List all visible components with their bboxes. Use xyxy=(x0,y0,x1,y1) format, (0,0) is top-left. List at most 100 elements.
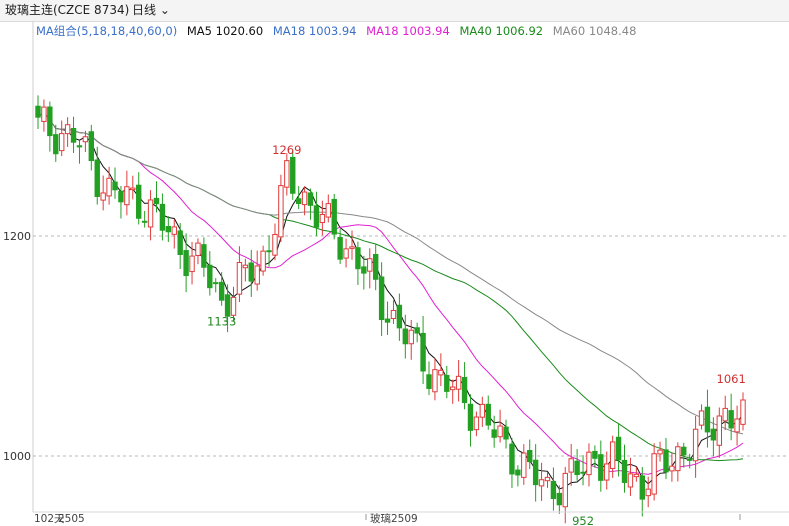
candle-body xyxy=(432,369,438,393)
candle-body xyxy=(224,294,231,317)
candle-body xyxy=(740,399,746,425)
candle-body xyxy=(568,458,574,473)
candle-body xyxy=(100,192,106,201)
candle-body xyxy=(497,425,503,438)
candle-body xyxy=(177,230,183,256)
candle-body xyxy=(130,187,136,191)
candle-body xyxy=(189,255,195,273)
candle-body xyxy=(242,264,249,269)
candle-body xyxy=(207,264,213,289)
candle-body xyxy=(645,488,651,497)
candle-body xyxy=(201,244,207,268)
candle-body xyxy=(461,376,468,404)
candle-body xyxy=(467,403,474,431)
candle-body xyxy=(313,205,320,228)
candle-body xyxy=(35,105,41,118)
candle-body xyxy=(408,329,414,345)
candle-body xyxy=(319,214,326,224)
candle-body xyxy=(414,327,420,334)
candle-body xyxy=(521,452,527,478)
candle-body xyxy=(663,449,669,473)
candle-body xyxy=(485,403,491,426)
candle-body xyxy=(538,479,545,487)
candle-body xyxy=(390,309,397,320)
candle-body xyxy=(586,451,592,476)
candle-body xyxy=(272,233,278,256)
candle-body xyxy=(82,136,89,143)
ma-line-ma60 xyxy=(37,111,744,435)
candle-body xyxy=(218,281,225,301)
candle-body xyxy=(479,403,486,418)
candle-body xyxy=(295,198,302,205)
candle-body xyxy=(598,454,604,481)
candle-body xyxy=(562,472,568,508)
candle-body xyxy=(627,473,634,488)
candlestick-chart[interactable]: 10001200 126911339521061 102天2505 玻璃2509 xyxy=(0,0,789,526)
candle-body xyxy=(290,156,296,194)
candle-body xyxy=(384,318,391,323)
candle-body xyxy=(195,242,201,256)
candle-body xyxy=(710,428,717,441)
candle-body xyxy=(361,266,367,274)
candle-body xyxy=(53,134,59,155)
candle-body xyxy=(675,446,681,472)
candle-body xyxy=(621,459,628,483)
candle-body xyxy=(444,374,450,392)
candle-body xyxy=(41,106,47,122)
candle-body xyxy=(491,429,497,438)
candle-body xyxy=(136,184,142,219)
candle-body xyxy=(527,450,533,463)
candle-body xyxy=(426,374,432,389)
candle-body xyxy=(260,250,266,272)
candle-body xyxy=(118,190,124,203)
candle-body xyxy=(633,473,640,478)
candle-body xyxy=(141,220,148,223)
price-annotation-952: 952 xyxy=(572,514,594,526)
candle-body xyxy=(349,246,355,249)
price-annotation-1061: 1061 xyxy=(717,372,746,386)
ma-line-ma5 xyxy=(37,111,744,490)
candle-body xyxy=(728,410,734,429)
candle-body xyxy=(153,197,160,205)
candle-body xyxy=(592,450,598,459)
candle-body xyxy=(112,181,118,191)
candle-body xyxy=(455,375,462,390)
candle-body xyxy=(94,159,100,197)
candle-body xyxy=(734,418,740,433)
candle-body xyxy=(698,410,705,426)
candle-body xyxy=(473,416,480,431)
candle-body xyxy=(70,127,77,143)
candle-body xyxy=(367,258,373,272)
candle-body xyxy=(580,471,586,474)
candle-body xyxy=(165,225,172,233)
candle-body xyxy=(574,460,580,476)
candle-body xyxy=(76,145,83,148)
candle-body xyxy=(609,441,616,469)
candle-body xyxy=(325,203,331,218)
candle-body xyxy=(692,428,699,462)
candle-body xyxy=(378,276,385,321)
candle-body xyxy=(532,459,539,486)
candle-body xyxy=(124,186,130,206)
candle-body xyxy=(657,449,663,455)
candle-body xyxy=(355,247,361,270)
candle-body xyxy=(278,185,284,238)
candle-body xyxy=(266,250,272,253)
candle-body xyxy=(704,406,711,433)
candle-body xyxy=(284,160,290,188)
candle-body xyxy=(106,177,112,197)
candle-body xyxy=(544,476,551,482)
candle-body xyxy=(58,133,65,152)
candle-body xyxy=(230,296,237,316)
candle-body xyxy=(343,248,349,259)
candle-body xyxy=(88,131,95,162)
y-tick-1200: 1200 xyxy=(3,230,31,243)
y-tick-1000: 1000 xyxy=(3,450,31,463)
candle-body xyxy=(213,282,219,285)
candle-body xyxy=(64,124,71,135)
candle-body xyxy=(615,436,622,461)
candle-body xyxy=(556,492,563,506)
candle-body xyxy=(669,465,675,472)
candle-body xyxy=(639,475,645,500)
candle-body xyxy=(183,250,189,277)
